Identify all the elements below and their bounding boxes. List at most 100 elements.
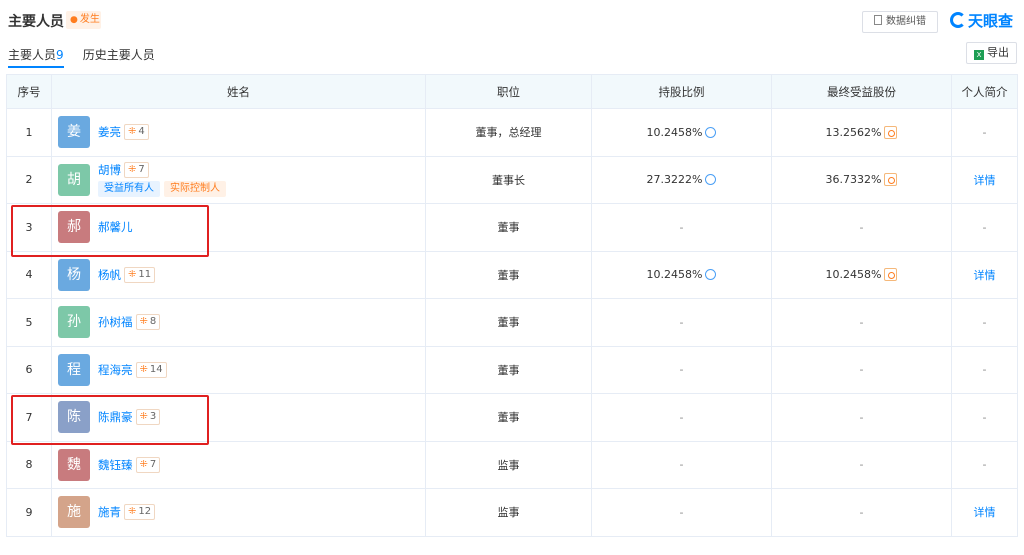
cell-name: 陈 陈鼎豪 ⁜ 3 [51, 393, 426, 442]
cell-position: 董事 [425, 298, 592, 347]
relation-count-badge[interactable]: ⁜ 7 [135, 456, 161, 473]
tab-bar: 主要人员9 历史主要人员 [8, 44, 169, 68]
logo-mark-icon [950, 12, 966, 28]
cell-name: 程 程海亮 ⁜ 14 [51, 345, 426, 394]
cell-position: 董事 [425, 345, 592, 394]
benefit-value: 36.7332% [825, 173, 882, 187]
relation-count: 7 [138, 164, 145, 176]
detail-link[interactable]: 详情 [974, 506, 996, 519]
relation-count-badge[interactable]: ⁜ 14 [135, 361, 167, 378]
relation-count-badge[interactable]: ⁜ 7 [124, 162, 149, 179]
target-icon[interactable] [884, 268, 898, 282]
table-body: 1 姜 姜亮 ⁜ 4 董事，总经理 10.2458% 13.2562% - 2 胡 … [6, 108, 1018, 537]
person-name-link[interactable]: 陈鼎豪 [98, 410, 133, 424]
cell-profile: - [951, 298, 1018, 347]
export-label: 导出 [987, 46, 1009, 59]
tianyancha-logo: 天眼查 [950, 10, 1013, 32]
tab-label: 历史主要人员 [82, 48, 155, 62]
avatar[interactable]: 魏 [58, 448, 90, 481]
avatar[interactable]: 孙 [58, 306, 90, 339]
data-correction-button[interactable]: 数据纠错 [862, 11, 938, 33]
export-button[interactable]: X 导出 [966, 42, 1017, 64]
relation-count-badge[interactable]: ⁜ 4 [124, 124, 149, 141]
cell-name: 郝 郝馨儿 [51, 203, 426, 252]
person-name-link[interactable]: 杨帆 [98, 268, 121, 282]
avatar[interactable]: 胡 [58, 163, 90, 196]
page-header: 主要人员 ● 发生 数据纠错 天眼查 [0, 0, 1024, 42]
avatar[interactable]: 姜 [58, 116, 90, 149]
cell-profile: - [951, 108, 1018, 157]
relation-count-badge[interactable]: ⁜ 8 [135, 314, 161, 331]
cell-profile: - [951, 440, 1018, 489]
detail-link[interactable]: 详情 [974, 174, 996, 187]
share-value: 10.2458% [646, 125, 703, 139]
avatar[interactable]: 施 [58, 496, 90, 529]
person-tag[interactable]: 受益所有人 [98, 181, 160, 198]
person-name-link[interactable]: 程海亮 [98, 363, 133, 377]
person-name-link[interactable]: 郝馨儿 [98, 220, 133, 234]
share-value: - [679, 458, 684, 472]
benefit-value: - [859, 220, 864, 234]
person-name-link[interactable]: 孙树福 [98, 315, 133, 329]
intro-value: - [982, 220, 987, 234]
person-name-link[interactable]: 施青 [98, 505, 121, 519]
benefit-value: - [859, 458, 864, 472]
relation-graph-icon: ⁜ [139, 458, 148, 470]
benefit-value: - [859, 410, 864, 424]
excel-icon: X [974, 50, 984, 60]
share-value: 27.3222% [646, 173, 703, 187]
page-title: 主要人员 [8, 14, 64, 30]
target-icon[interactable] [884, 173, 898, 187]
person-name-link[interactable]: 魏钰臻 [98, 458, 133, 472]
data-correction-label: 数据纠错 [886, 16, 926, 27]
avatar[interactable]: 程 [58, 353, 90, 386]
avatar[interactable]: 陈 [58, 401, 90, 434]
clock-icon[interactable] [705, 174, 717, 186]
col-header-profile: 个人简介 [951, 74, 1018, 109]
person-tag[interactable]: 实际控制人 [164, 181, 226, 198]
person-name-link[interactable]: 姜亮 [98, 125, 121, 139]
cell-position: 董事，总经理 [425, 108, 592, 157]
table-row: 1 姜 姜亮 ⁜ 4 董事，总经理 10.2458% 13.2562% - [6, 108, 1018, 157]
relation-graph-icon: ⁜ [128, 506, 137, 518]
personnel-table: 序号 姓名 职位 持股比例 最终受益股份 个人简介 1 姜 姜亮 ⁜ 4 董事，总经… [6, 74, 1018, 537]
relation-count-badge[interactable]: ⁜ 11 [124, 266, 156, 283]
relation-count: 12 [138, 506, 152, 518]
cell-ultimate-benefit: 13.2562% [771, 108, 952, 157]
cell-ultimate-benefit: - [771, 440, 952, 489]
relation-count: 11 [138, 268, 152, 280]
cell-position: 监事 [425, 488, 592, 537]
cell-name: 胡 胡博 ⁜ 7 受益所有人 实际控制人 [51, 155, 426, 204]
cell-shareholding: 10.2458% [591, 250, 772, 299]
cell-position: 董事长 [425, 155, 592, 204]
cell-shareholding: - [591, 298, 772, 347]
table-row: 3 郝 郝馨儿 董事 - - - [6, 203, 1018, 252]
avatar[interactable]: 郝 [58, 211, 90, 244]
person-name-link[interactable]: 胡博 [98, 163, 121, 177]
intro-value: - [982, 410, 987, 424]
target-icon[interactable] [884, 125, 898, 139]
tab-history-personnel[interactable]: 历史主要人员 [83, 46, 155, 66]
relation-count-badge[interactable]: ⁜ 3 [135, 409, 161, 426]
tab-main-personnel[interactable]: 主要人员9 [8, 46, 64, 68]
cell-ultimate-benefit: - [771, 393, 952, 442]
cell-shareholding: - [591, 440, 772, 489]
cell-ultimate-benefit: 10.2458% [771, 250, 952, 299]
intro-value: - [982, 363, 987, 377]
share-value: - [679, 505, 684, 519]
relation-graph-icon: ⁜ [128, 164, 137, 176]
relation-graph-icon: ⁜ [128, 126, 137, 138]
cell-position: 董事 [425, 393, 592, 442]
intro-value: - [982, 315, 987, 329]
cell-no: 6 [6, 345, 52, 394]
cell-no: 9 [6, 488, 52, 537]
cell-profile: 详情 [951, 155, 1018, 204]
detail-link[interactable]: 详情 [974, 269, 996, 282]
table-row: 4 杨 杨帆 ⁜ 11 董事 10.2458% 10.2458% 详情 [6, 250, 1018, 299]
col-header-shareholding: 持股比例 [591, 74, 772, 109]
follow-badge[interactable]: ● 发生 [66, 11, 101, 29]
relation-count-badge[interactable]: ⁜ 12 [124, 504, 156, 521]
clock-icon[interactable] [705, 126, 717, 138]
avatar[interactable]: 杨 [58, 258, 90, 291]
clock-icon[interactable] [705, 269, 717, 281]
